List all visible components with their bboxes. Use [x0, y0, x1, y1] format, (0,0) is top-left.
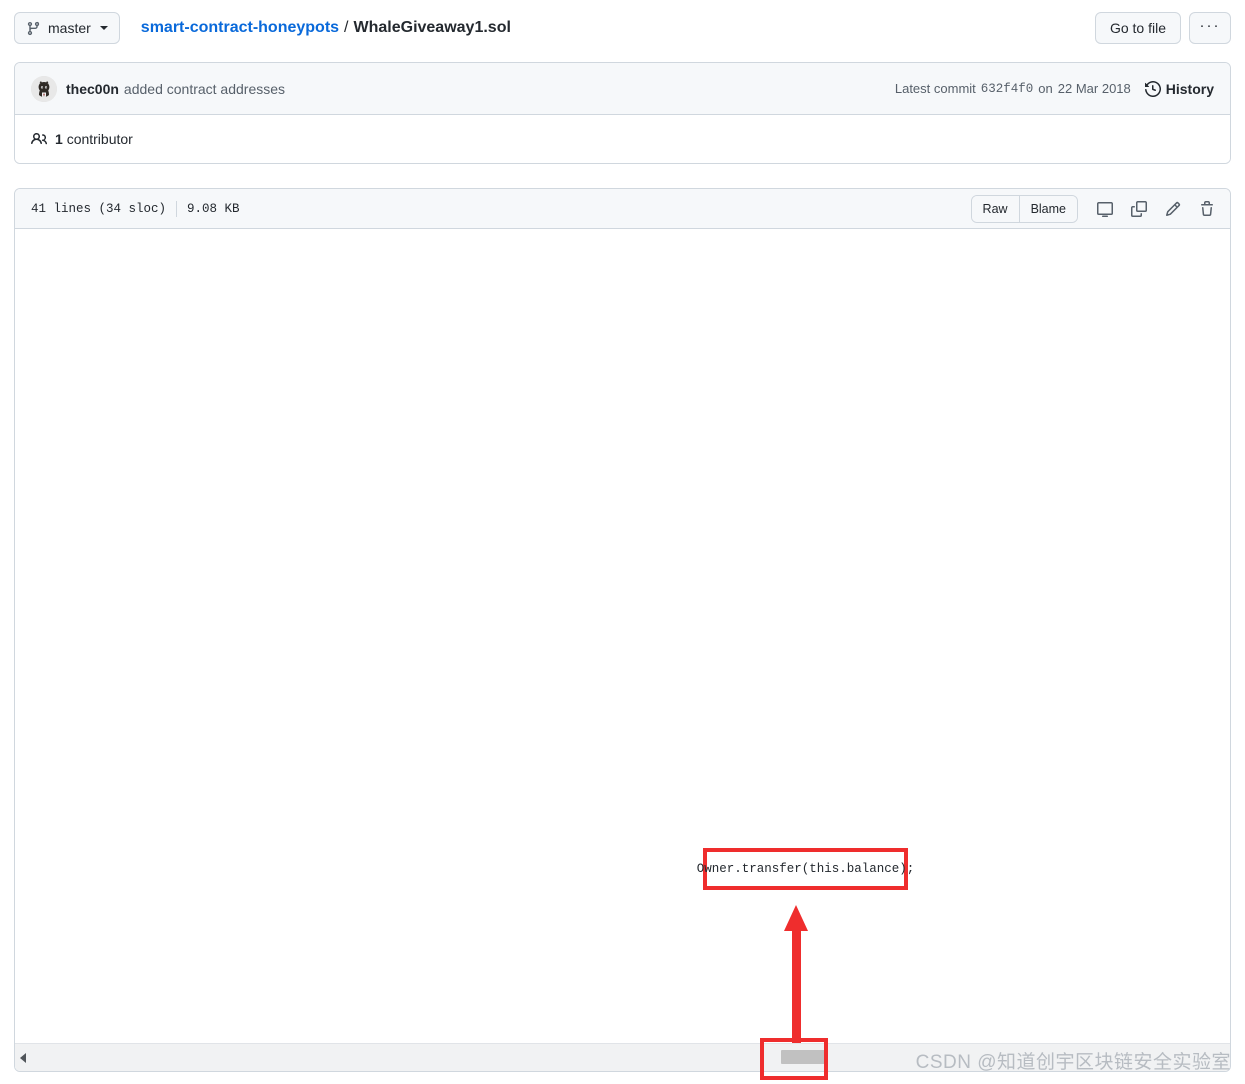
more-options-button[interactable]: ··· — [1189, 12, 1231, 44]
file-header-bar: 41 lines (34 sloc) 9.08 KB Raw Blame — [15, 189, 1230, 229]
history-link[interactable]: History — [1144, 80, 1214, 97]
commit-message[interactable]: added contract addresses — [124, 81, 285, 97]
breadcrumb-file-name: WhaleGiveaway1.sol — [353, 19, 511, 36]
file-action-buttons: Raw Blame — [970, 194, 1222, 223]
clock-history-icon — [1144, 80, 1161, 97]
file-size: 9.08 KB — [187, 201, 240, 216]
branch-selector-button[interactable]: master — [14, 12, 120, 44]
scroll-left-arrow-icon[interactable] — [15, 1044, 31, 1072]
branch-name-label: master — [48, 20, 91, 36]
avatar[interactable] — [31, 75, 57, 102]
annotation-arrow-head-icon — [784, 905, 808, 931]
stats-divider — [176, 200, 178, 217]
file-line-count: 41 lines (34 sloc) — [31, 201, 167, 216]
commit-sha[interactable]: 632f4f0 — [981, 82, 1034, 96]
watermark-text: CSDN @知道创宇区块链安全实验室 — [915, 1052, 1231, 1073]
go-to-file-button[interactable]: Go to file — [1094, 12, 1181, 44]
commit-author-name[interactable]: thec00n — [66, 81, 119, 97]
git-branch-icon — [26, 21, 41, 36]
people-icon — [31, 131, 47, 147]
history-label: History — [1165, 80, 1214, 97]
pencil-icon[interactable] — [1158, 195, 1188, 223]
raw-button[interactable]: Raw — [971, 195, 1019, 222]
breadcrumb-separator: / — [344, 19, 349, 36]
file-stats: 41 lines (34 sloc) 9.08 KB — [31, 200, 240, 217]
chevron-down-icon — [99, 26, 108, 30]
contributors-row: 1 contributor — [15, 115, 1230, 163]
scrollbar-thumb[interactable] — [781, 1050, 825, 1064]
breadcrumb-repo-link[interactable]: smart-contract-honeypots — [141, 19, 339, 37]
code-line-text: Owner.transfer(this.balance); — [696, 862, 915, 876]
commit-date-prefix: on — [1038, 81, 1053, 96]
raw-blame-group: Raw Blame — [970, 194, 1078, 223]
file-view-box: 41 lines (34 sloc) 9.08 KB Raw Blame Own… — [14, 188, 1231, 1072]
breadcrumb: smart-contract-honeypots / WhaleGiveaway… — [141, 19, 511, 37]
latest-commit-label: Latest commit — [894, 81, 976, 96]
top-toolbar: master smart-contract-honeypots / WhaleG… — [0, 0, 1245, 56]
topbar-actions: Go to file ··· — [1094, 12, 1231, 44]
desktop-download-icon[interactable] — [1090, 195, 1120, 223]
latest-commit-row: thec00n added contract addresses Latest … — [15, 63, 1230, 115]
copy-icon[interactable] — [1124, 195, 1154, 223]
commit-meta: Latest commit 632f4f0 on 22 Mar 2018 His… — [895, 81, 1214, 97]
contributor-number: 1 — [55, 131, 63, 147]
trash-icon[interactable] — [1192, 195, 1222, 223]
contributor-label: contributor — [66, 131, 133, 147]
commit-date: 22 Mar 2018 — [1057, 81, 1131, 96]
blame-button[interactable]: Blame — [1018, 195, 1077, 222]
commit-info-card: thec00n added contract addresses Latest … — [14, 62, 1231, 164]
highlighted-code-annotation: Owner.transfer(this.balance); — [697, 848, 914, 890]
contributor-count[interactable]: 1 contributor — [55, 131, 133, 147]
file-content-area[interactable]: Owner.transfer(this.balance); — [15, 229, 1230, 1071]
